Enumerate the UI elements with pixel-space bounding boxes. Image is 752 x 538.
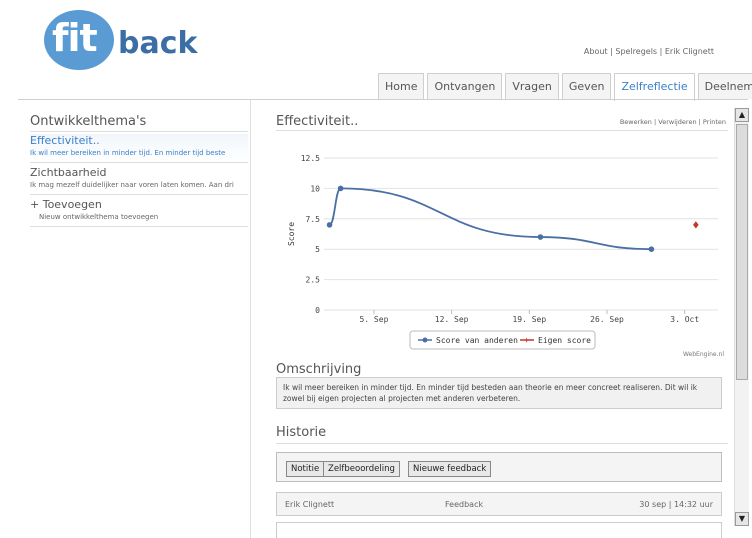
- main-content: Effectiviteit.. Bewerken | Verwijderen |…: [266, 100, 728, 538]
- y-axis-label: Score: [287, 222, 296, 246]
- score-chart: 0 2.5 5 7.5 10 12.5 5. Sep 12. Sep 19. Sep 26. S…: [287, 154, 724, 358]
- sidebar-divider: [30, 131, 248, 132]
- tab-deelnemers[interactable]: Deelnemers: [697, 73, 752, 99]
- sidebar: Ontwikkelthema's Effectiviteit.. Ik wil …: [18, 100, 248, 538]
- history-row-type: Feedback: [445, 500, 484, 509]
- description-box: Ik wil meer bereiken in minder tijd. En …: [276, 377, 722, 409]
- sidebar-item-desc: Ik wil meer bereiken in minder tijd. En …: [30, 149, 226, 157]
- sidebar-item-effectiviteit[interactable]: Effectiviteit.. Ik wil meer bereiken in …: [30, 134, 248, 162]
- sidebar-item-zichtbaarheid[interactable]: Zichtbaarheid Ik mag mezelf duidelijker …: [30, 166, 248, 194]
- data-point[interactable]: [648, 246, 655, 252]
- sidebar-title: Ontwikkelthema's: [30, 114, 147, 129]
- history-toolbar: Notitie Zelfbeoordeling Nieuwe feedback: [276, 452, 722, 482]
- print-link[interactable]: Printen: [703, 118, 726, 126]
- note-button[interactable]: Notitie: [286, 461, 325, 477]
- new-feedback-button[interactable]: Nieuwe feedback: [408, 461, 492, 477]
- sidebar-item-title: Effectiviteit..: [30, 134, 100, 147]
- history-row[interactable]: Erik Clignett Feedback 30 sep | 14:32 uu…: [276, 492, 722, 516]
- data-point[interactable]: ♦: [691, 220, 700, 231]
- description-title: Omschrijving: [276, 362, 362, 377]
- legend-series-1[interactable]: Score van anderen: [436, 336, 518, 345]
- sidebar-divider: [30, 162, 248, 163]
- edit-link[interactable]: Bewerken: [620, 118, 652, 126]
- scrollbar[interactable]: ▲ ▼: [734, 108, 749, 526]
- history-title: Historie: [276, 425, 327, 440]
- about-link[interactable]: About: [584, 47, 608, 56]
- data-point[interactable]: [337, 185, 344, 192]
- y-tick-label: 7.5: [306, 215, 321, 224]
- history-row-name: Erik Clignett: [285, 500, 335, 509]
- x-tick-label: 19. Sep: [512, 315, 546, 324]
- chart-watermark: WebEngine.nl: [683, 351, 724, 358]
- x-tick-label: 26. Sep: [590, 315, 624, 324]
- theme-actions: Bewerken | Verwijderen | Printen: [620, 118, 726, 126]
- delete-link[interactable]: Verwijderen: [658, 118, 696, 126]
- history-row-date: 30 sep | 14:32 uur: [639, 500, 713, 509]
- logo-fit-text: fit: [52, 16, 98, 60]
- main-tabs: Home Ontvangen Vragen Geven Zelfreflecti…: [378, 73, 752, 101]
- legend-series-2[interactable]: Eigen score: [538, 336, 591, 345]
- column-divider: [250, 100, 251, 538]
- tab-ontvangen[interactable]: Ontvangen: [427, 73, 503, 99]
- sidebar-item-title: + Toevoegen: [30, 198, 102, 211]
- history-divider: [276, 443, 728, 444]
- chart-legend: Score van anderen + Eigen score: [409, 330, 596, 350]
- x-tick-label: 12. Sep: [435, 315, 469, 324]
- y-tick-label: 12.5: [301, 154, 320, 163]
- top-sep: |: [657, 47, 665, 56]
- scrollbar-thumb[interactable]: [736, 124, 748, 380]
- data-point[interactable]: [537, 234, 544, 240]
- sidebar-item-desc: Ik mag mezelf duidelijker naar voren lat…: [30, 181, 234, 189]
- y-tick-label: 0: [315, 306, 320, 315]
- tab-geven[interactable]: Geven: [561, 73, 612, 99]
- y-tick-label: 2.5: [306, 276, 321, 285]
- x-tick-label: 3. Oct: [670, 315, 699, 324]
- scroll-down-icon[interactable]: ▼: [735, 512, 749, 526]
- tab-vragen[interactable]: Vragen: [505, 73, 559, 99]
- page-title: Effectiviteit..: [276, 114, 359, 129]
- y-tick-label: 5: [315, 245, 320, 254]
- scroll-up-icon[interactable]: ▲: [735, 108, 749, 122]
- sidebar-item-title: Zichtbaarheid: [30, 166, 107, 179]
- header: fit back About | Spelregels | Erik Clign…: [0, 0, 752, 101]
- sidebar-item-add[interactable]: + Toevoegen Nieuw ontwikkelthema toevoeg…: [30, 198, 248, 226]
- top-links: About | Spelregels | Erik Clignett: [584, 47, 714, 56]
- rules-link[interactable]: Spelregels: [615, 47, 657, 56]
- y-tick-label: 10: [310, 184, 320, 193]
- sidebar-item-desc: Nieuw ontwikkelthema toevoegen: [39, 213, 159, 221]
- self-assessment-button[interactable]: Zelfbeoordeling: [323, 461, 400, 477]
- data-point[interactable]: [326, 222, 333, 228]
- sidebar-divider: [30, 226, 248, 227]
- user-link[interactable]: Erik Clignett: [665, 47, 714, 56]
- legend-plus-icon: +: [524, 336, 530, 346]
- tab-home[interactable]: Home: [378, 73, 425, 99]
- title-divider: [276, 130, 728, 131]
- history-row[interactable]: [276, 522, 722, 538]
- sidebar-divider: [30, 194, 248, 195]
- x-tick-label: 5. Sep: [359, 315, 388, 324]
- tab-zelfreflectie[interactable]: Zelfreflectie: [614, 73, 695, 101]
- logo-back-text: back: [118, 26, 198, 61]
